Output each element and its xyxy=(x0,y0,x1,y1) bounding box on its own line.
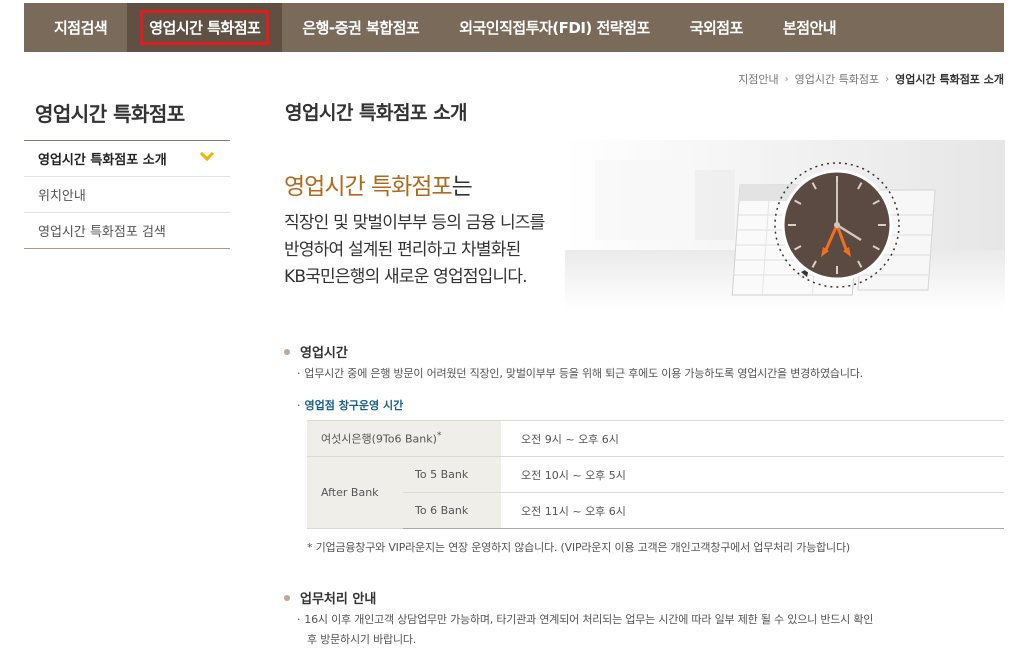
sidebar-item-location[interactable]: 위치안내 xyxy=(24,177,230,213)
hero-heading: 영업시간 특화점포는 xyxy=(284,167,473,201)
section-title-service: 업무처리 안내 xyxy=(284,588,376,607)
page-title: 영업시간 특화점포 소개 xyxy=(285,102,468,124)
dot-bullet-icon xyxy=(284,348,290,355)
breadcrumb-separator-icon: › xyxy=(784,73,789,85)
breadcrumb: 지점안내 › 영업시간 특화점포 › 영업시간 특화점포 소개 xyxy=(738,71,1004,87)
clock-illustration xyxy=(565,140,1005,310)
table-cell: 오전 10시 ~ 오후 5시 xyxy=(501,456,1004,493)
table-cell: 오전 9시 ~ 오후 6시 xyxy=(501,420,1004,457)
bullet-mark: · xyxy=(297,613,301,626)
nav-item-bank-securities[interactable]: 은행-증권 복합점포 xyxy=(282,3,439,52)
hero-suffix: 는 xyxy=(451,174,473,200)
hero-highlight: 영업시간 특화점포 xyxy=(284,174,453,200)
breadcrumb-item[interactable]: 지점안내 xyxy=(738,71,778,87)
top-navigation: 지점검색 영업시간 특화점포 은행-증권 복합점포 외국인직접투자(FDI) 전… xyxy=(24,3,1004,52)
hero-description: 직장인 및 맞벌이부부 등의 금융 니즈를 반영하여 설계된 편리하고 차별화된… xyxy=(284,210,584,291)
table-note: * 기업금융창구와 VIP라운지는 연장 운영하지 않습니다. (VIP라운지 … xyxy=(307,541,850,554)
sidebar-title: 영업시간 특화점포 xyxy=(35,102,185,126)
breadcrumb-current: 영업시간 특화점포 소개 xyxy=(895,73,1004,86)
sidebar-item-label: 영업시간 특화점포 소개 xyxy=(38,153,167,168)
breadcrumb-item[interactable]: 영업시간 특화점포 xyxy=(795,71,879,87)
section-description: · 16시 이후 개인고객 상담업무만 가능하며, 타기관과 연계되어 처리되는 … xyxy=(297,613,874,626)
sidebar-item-label: 위치안내 xyxy=(38,189,86,204)
table-cell: 오전 11시 ~ 오후 6시 xyxy=(501,492,1004,529)
table-header-cell: 여섯시은행(9To6 Bank)* xyxy=(307,420,501,457)
bullet-mark: · xyxy=(297,367,301,380)
table-row: 여섯시은행(9To6 Bank)* 오전 9시 ~ 오후 6시 xyxy=(307,420,1004,457)
nav-item-special-hours[interactable]: 영업시간 특화점포 xyxy=(127,3,283,52)
sidebar-item-label: 영업시간 특화점포 검색 xyxy=(38,225,166,240)
table-header-cell: To 6 Bank xyxy=(403,492,501,529)
hero-line: 직장인 및 맞벌이부부 등의 금융 니즈를 xyxy=(284,213,545,233)
subsection-title: · 영업점 창구운영 시간 xyxy=(297,399,404,412)
section-description-cont: 후 방문하시기 바랍니다. xyxy=(307,633,417,646)
dot-bullet-icon xyxy=(284,594,290,601)
hours-table: 여섯시은행(9To6 Bank)* 오전 9시 ~ 오후 6시 After Ba… xyxy=(307,420,1004,529)
section-description: · 업무시간 중에 은행 방문이 어려웠던 직장인, 맞벌이부부 등을 위해 퇴근… xyxy=(297,367,863,380)
breadcrumb-separator-icon: › xyxy=(885,73,890,85)
nav-item-headquarters[interactable]: 본점안내 xyxy=(763,3,856,52)
chevron-down-icon xyxy=(199,146,215,162)
nav-item-overseas[interactable]: 국외점포 xyxy=(670,3,763,52)
hero-line: KB국민은행의 새로운 영업점입니다. xyxy=(284,267,528,287)
nav-item-fdi[interactable]: 외국인직접투자(FDI) 전략점포 xyxy=(439,3,670,52)
section-title-hours: 영업시간 xyxy=(284,342,348,361)
hero-line: 반영하여 설계된 편리하고 차별화된 xyxy=(284,240,521,260)
nav-item-branch-search[interactable]: 지점검색 xyxy=(24,3,127,52)
table-row: To 6 Bank 오전 11시 ~ 오후 6시 xyxy=(307,492,1004,529)
sidebar-menu: 영업시간 특화점포 소개 위치안내 영업시간 특화점포 검색 xyxy=(24,140,230,249)
bullet-mark: · xyxy=(297,399,301,412)
sidebar-item-search[interactable]: 영업시간 특화점포 검색 xyxy=(24,213,230,249)
sidebar-item-intro[interactable]: 영업시간 특화점포 소개 xyxy=(24,141,230,177)
table-header-cell: After Bank xyxy=(307,456,403,529)
table-row: After Bank To 5 Bank 오전 10시 ~ 오후 5시 xyxy=(307,456,1004,529)
table-header-cell: To 5 Bank xyxy=(403,456,501,493)
